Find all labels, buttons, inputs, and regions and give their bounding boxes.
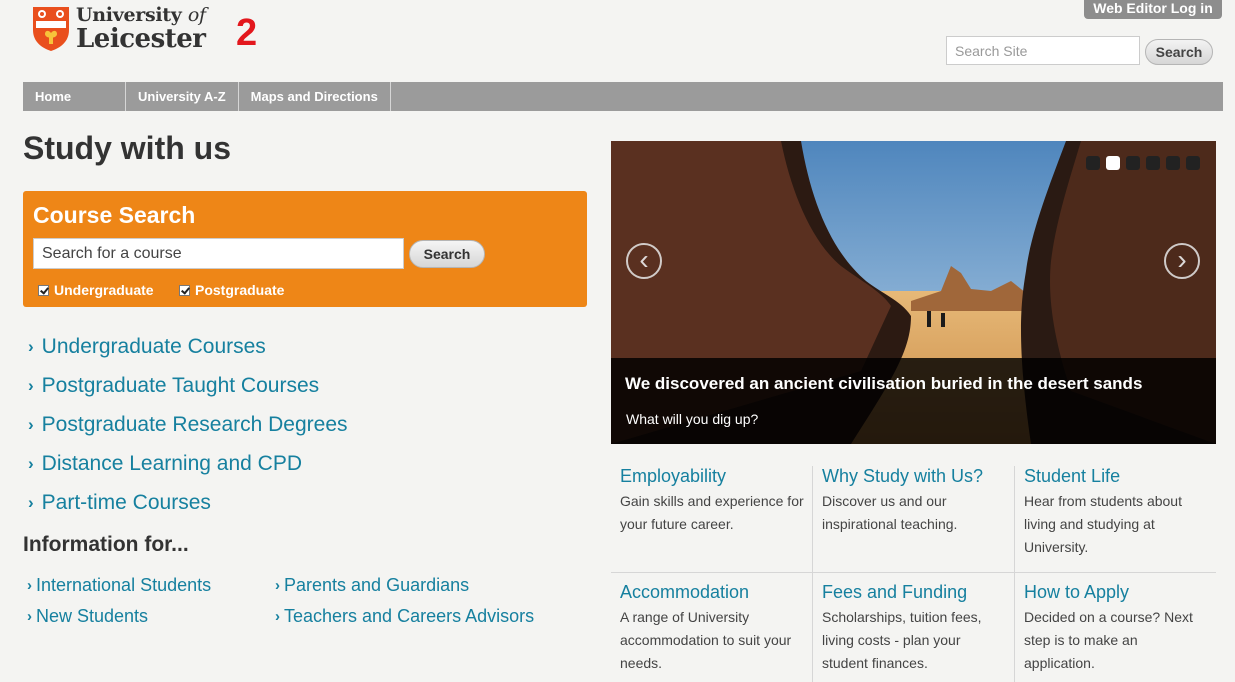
feature-how-to-apply[interactable]: How to Apply Decided on a course? Next s… <box>1015 574 1217 682</box>
postgraduate-checkbox-label: Postgraduate <box>195 282 285 298</box>
course-link-distance-learning[interactable]: › Distance Learning and CPD <box>28 445 348 484</box>
feature-student-life[interactable]: Student Life Hear from students about li… <box>1015 458 1217 574</box>
slider-next-icon[interactable]: › <box>1164 243 1200 279</box>
page-title: Study with us <box>23 130 231 166</box>
feature-employability[interactable]: Employability Gain skills and experience… <box>611 458 813 574</box>
info-link-label[interactable]: New Students <box>36 606 148 627</box>
hero-slider[interactable]: ‹ › We discovered an ancient civilisatio… <box>611 141 1216 444</box>
course-link-postgraduate-taught[interactable]: › Postgraduate Taught Courses <box>28 366 348 405</box>
feature-title[interactable]: Fees and Funding <box>822 582 1006 603</box>
chevron-right-icon: › <box>28 336 34 356</box>
course-search-heading: Course Search <box>33 202 196 228</box>
chevron-right-icon: › <box>275 577 280 594</box>
logo-line2: Leicester <box>76 24 206 54</box>
course-link-label[interactable]: Postgraduate Research Degrees <box>42 413 348 437</box>
slider-caption[interactable]: We discovered an ancient civilisation bu… <box>611 358 1216 444</box>
info-link-new-students[interactable]: › New Students <box>27 606 148 627</box>
logo-wordmark: University of Leicester <box>76 4 206 54</box>
chevron-right-icon: › <box>27 577 32 594</box>
checkbox-checked-icon[interactable] <box>179 284 190 296</box>
course-link-label[interactable]: Distance Learning and CPD <box>42 452 302 476</box>
feature-text: Gain skills and experience for your futu… <box>620 493 804 532</box>
slider-pagination <box>1086 156 1206 170</box>
course-search-button[interactable]: Search <box>409 240 485 268</box>
site-search-input[interactable] <box>946 36 1140 65</box>
slider-prev-icon[interactable]: ‹ <box>626 243 662 279</box>
course-link-label[interactable]: Postgraduate Taught Courses <box>42 374 319 398</box>
feature-title[interactable]: Employability <box>620 466 804 487</box>
slider-dot[interactable] <box>1166 156 1180 170</box>
info-link-international-students[interactable]: › International Students <box>27 575 211 596</box>
nav-item-university-a-z[interactable]: University A-Z <box>126 82 239 111</box>
undergraduate-checkbox-label: Undergraduate <box>54 282 154 298</box>
main-nav: Home University A-Z Maps and Directions <box>23 82 1223 111</box>
web-editor-login-link[interactable]: Web Editor Log in <box>1084 0 1222 19</box>
slider-dot-active[interactable] <box>1106 156 1120 170</box>
course-link-postgraduate-research[interactable]: › Postgraduate Research Degrees <box>28 405 348 444</box>
course-search-input[interactable] <box>33 238 404 269</box>
nav-item-home[interactable]: Home <box>23 82 126 111</box>
feature-title[interactable]: How to Apply <box>1024 582 1208 603</box>
info-link-parents-guardians[interactable]: › Parents and Guardians <box>275 575 469 596</box>
chevron-right-icon: › <box>28 375 34 395</box>
feature-title[interactable]: Accommodation <box>620 582 804 603</box>
info-link-teachers-careers[interactable]: › Teachers and Careers Advisors <box>275 606 534 627</box>
chevron-right-icon: › <box>275 608 280 625</box>
feature-text: A range of University accommodation to s… <box>620 609 792 671</box>
logo-line1: University <box>76 4 182 26</box>
chevron-right-icon: › <box>28 414 34 434</box>
site-search-button[interactable]: Search <box>1145 39 1213 65</box>
info-link-label[interactable]: International Students <box>36 575 211 596</box>
feature-text: Decided on a course? Next step is to mak… <box>1024 609 1193 671</box>
feature-fees-funding[interactable]: Fees and Funding Scholarships, tuition f… <box>813 574 1015 682</box>
chevron-right-icon: › <box>28 493 34 513</box>
feature-text: Scholarships, tuition fees, living costs… <box>822 609 982 671</box>
information-for-heading: Information for... <box>23 533 189 556</box>
feature-title[interactable]: Student Life <box>1024 466 1208 487</box>
feature-why-study[interactable]: Why Study with Us? Discover us and our i… <box>813 458 1015 574</box>
chevron-right-icon: › <box>27 608 32 625</box>
slider-caption-subtitle[interactable]: What will you dig up? <box>626 411 758 427</box>
feature-text: Hear from students about living and stud… <box>1024 493 1182 555</box>
slider-dot[interactable] <box>1186 156 1200 170</box>
logo-annotation: 2 <box>236 12 258 54</box>
chevron-right-icon: › <box>28 454 34 474</box>
checkbox-checked-icon[interactable] <box>38 284 49 296</box>
course-link-part-time[interactable]: › Part-time Courses <box>28 484 348 523</box>
course-links-list: › Undergraduate Courses › Postgraduate Tau… <box>28 327 348 523</box>
nav-item-maps-and-directions[interactable]: Maps and Directions <box>239 82 391 111</box>
course-link-label[interactable]: Part-time Courses <box>42 491 211 515</box>
slider-dot[interactable] <box>1146 156 1160 170</box>
crest-icon <box>32 6 70 52</box>
course-search-panel: Course Search Search Undergraduate Postg… <box>23 191 587 307</box>
course-link-undergraduate[interactable]: › Undergraduate Courses <box>28 327 348 366</box>
slider-dot[interactable] <box>1086 156 1100 170</box>
feature-accommodation[interactable]: Accommodation A range of University acco… <box>611 574 813 682</box>
slider-caption-title[interactable]: We discovered an ancient civilisation bu… <box>625 374 1142 394</box>
feature-text: Discover us and our inspirational teachi… <box>822 493 958 532</box>
slider-dot[interactable] <box>1126 156 1140 170</box>
info-link-label[interactable]: Parents and Guardians <box>284 575 469 596</box>
feature-title[interactable]: Why Study with Us? <box>822 466 1006 487</box>
undergraduate-checkbox[interactable]: Undergraduate <box>38 282 154 298</box>
info-link-label[interactable]: Teachers and Careers Advisors <box>284 606 534 627</box>
course-link-label[interactable]: Undergraduate Courses <box>42 335 266 359</box>
logo-line1-of: of <box>187 4 206 26</box>
university-logo[interactable]: University of Leicester <box>32 6 206 52</box>
postgraduate-checkbox[interactable]: Postgraduate <box>179 282 284 298</box>
